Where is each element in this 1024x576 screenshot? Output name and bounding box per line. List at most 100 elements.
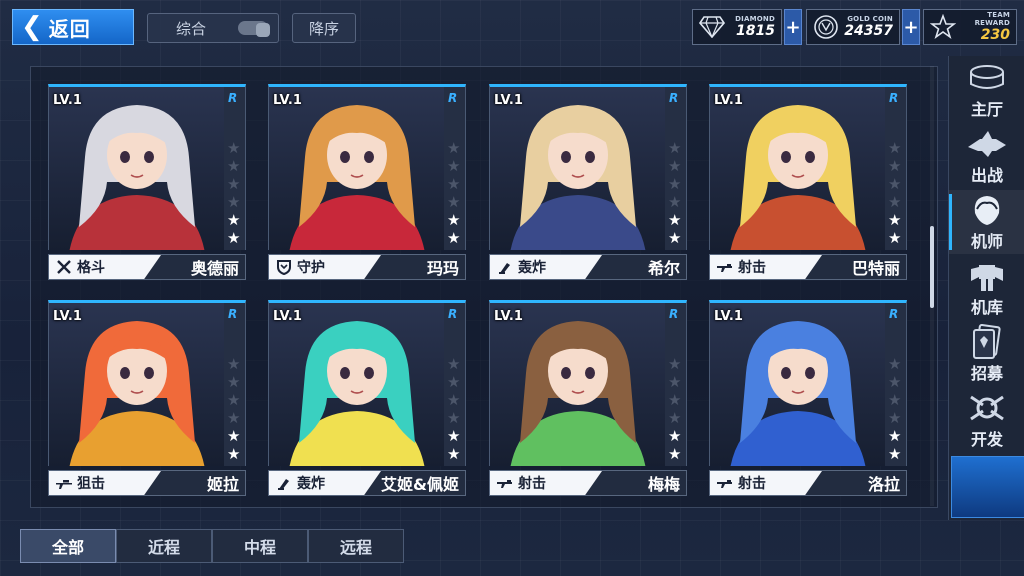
star-empty-icon: ★ [668,373,682,391]
star-empty-icon: ★ [447,193,461,211]
pilot-role-label: 射击 [518,476,546,492]
nav-item-pilot[interactable]: 机师 [949,190,1024,254]
pilot-name: 梅梅 [647,475,680,494]
rifle-icon [716,474,734,492]
star-filled-icon: ★ [888,445,902,463]
star-empty-icon: ★ [447,409,461,427]
diamond-counter: DIAMOND 1815 [692,9,782,45]
star-empty-icon: ★ [447,175,461,193]
rarity-badge: R [889,307,899,321]
pilot-role: 射击 [710,255,822,279]
pilot-name: 巴特丽 [851,259,900,278]
pilot-level: LV.1 [273,93,302,108]
pilot-portrait: LV.1 [48,84,224,250]
chevron-left-icon: ❮ [21,12,43,42]
pilot-rarity-bar: R ★ ★ ★ ★ ★ ★ [885,84,907,250]
pilot-role-label: 射击 [738,260,766,276]
pilot-card[interactable]: LV.1 R ★ ★ ★ ★ ★ ★ 轰炸 艾姬&佩姬 [268,300,468,500]
pilot-role-label: 轰炸 [297,476,325,492]
tab-all-label: 全部 [51,538,84,557]
pilot-role: 轰炸 [269,471,381,495]
shield-icon [275,258,293,276]
star-empty-icon: ★ [888,175,902,193]
star-filled-icon: ★ [447,427,461,445]
star-filled-icon: ★ [227,229,241,247]
pilot-portrait: LV.1 [709,84,885,250]
mortar-icon [275,474,293,492]
sort-general-label: 综合 [176,19,207,38]
tab-all[interactable]: 全部 [20,529,116,563]
pilot-name: 姬拉 [206,475,239,494]
pilot-name: 奥德丽 [190,259,239,278]
pilot-role-label: 守护 [297,260,325,276]
plus-icon: + [903,16,919,38]
pilot-portrait: LV.1 [48,300,224,466]
star-empty-icon: ★ [447,355,461,373]
hangar-icon [965,258,1009,294]
pilot-list-scrollbar[interactable] [930,66,934,506]
pilot-level: LV.1 [273,309,302,324]
star-filled-icon: ★ [227,445,241,463]
pilot-card[interactable]: LV.1 R ★ ★ ★ ★ ★ ★ 轰炸 希尔 [489,84,689,284]
pilot-level: LV.1 [714,93,743,108]
pilot-role-label: 射击 [738,476,766,492]
nav-item-recruit[interactable]: 招募 [949,322,1024,386]
sort-general-button[interactable]: 综合 [147,13,279,43]
tab-mid-range[interactable]: 中程 [212,529,308,563]
nav-item-hangar[interactable]: 机库 [949,256,1024,320]
back-button[interactable]: ❮ 返回 [12,9,134,45]
rarity-badge: R [448,91,458,105]
pilot-portrait: LV.1 [489,300,665,466]
nav-item-label: 出战 [970,166,1003,185]
rarity-badge: R [448,307,458,321]
nav-item-main-hall[interactable]: 主厅 [949,58,1024,122]
nav-item-label: 机库 [970,298,1003,317]
diamond-value: 1815 [736,23,775,39]
nav-item-label: 机师 [970,232,1003,251]
star-empty-icon: ★ [447,139,461,157]
develop-icon [965,390,1009,426]
pilot-card[interactable]: LV.1 R ★ ★ ★ ★ ★ ★ 守护 玛玛 [268,84,468,284]
tab-long-range[interactable]: 远程 [308,529,404,563]
pilot-info-bar: 射击 梅梅 [489,470,687,496]
pilot-portrait: LV.1 [709,300,885,466]
pilot-role-label: 轰炸 [518,260,546,276]
sort-order-button[interactable]: 降序 [292,13,356,43]
nav-item-label: 招募 [970,364,1003,383]
main-hall-icon [965,60,1009,96]
gold-coin-value: 24357 [844,23,893,39]
pilot-card[interactable]: LV.1 R ★ ★ ★ ★ ★ ★ 射击 巴特丽 [709,84,909,284]
pilot-rarity-bar: R ★ ★ ★ ★ ★ ★ [224,84,246,250]
add-diamond-button[interactable]: + [784,9,802,45]
pilot-card[interactable]: LV.1 R ★ ★ ★ ★ ★ ★ 射击 梅梅 [489,300,689,500]
star-empty-icon: ★ [447,391,461,409]
minimap-screen[interactable] [951,456,1024,518]
add-gold-button[interactable]: + [902,9,920,45]
star-empty-icon: ★ [888,355,902,373]
star-empty-icon: ★ [447,373,461,391]
pilot-icon [965,192,1009,228]
star-empty-icon: ★ [227,373,241,391]
pilot-role: 射击 [490,471,602,495]
tab-mid-range-label: 中程 [243,538,276,557]
star-empty-icon: ★ [888,139,902,157]
pilot-card[interactable]: LV.1 R ★ ★ ★ ★ ★ ★ 狙击 姬拉 [48,300,248,500]
scrollbar-thumb[interactable] [930,226,934,308]
pilot-card[interactable]: LV.1 R ★ ★ ★ ★ ★ ★ 格斗 奥德丽 [48,84,248,284]
pilot-name: 艾姬&佩姬 [381,475,459,494]
star-empty-icon: ★ [668,193,682,211]
diamond-icon [697,12,727,42]
pilot-rarity-bar: R ★ ★ ★ ★ ★ ★ [885,300,907,466]
pilot-portrait: LV.1 [268,84,444,250]
nav-item-label: 开发 [970,430,1003,449]
pilot-rarity-bar: R ★ ★ ★ ★ ★ ★ [224,300,246,466]
pilot-portrait: LV.1 [268,300,444,466]
pilot-card[interactable]: LV.1 R ★ ★ ★ ★ ★ ★ 射击 洛拉 [709,300,909,500]
pilot-role-label: 格斗 [77,260,105,276]
pilot-rarity-bar: R ★ ★ ★ ★ ★ ★ [665,84,687,250]
star-empty-icon: ★ [447,157,461,175]
nav-item-develop[interactable]: 开发 [949,388,1024,452]
tab-short-range[interactable]: 近程 [116,529,212,563]
nav-item-sortie[interactable]: 出战 [949,124,1024,188]
team-reward-caption: TEAM REWARD [974,11,1010,27]
